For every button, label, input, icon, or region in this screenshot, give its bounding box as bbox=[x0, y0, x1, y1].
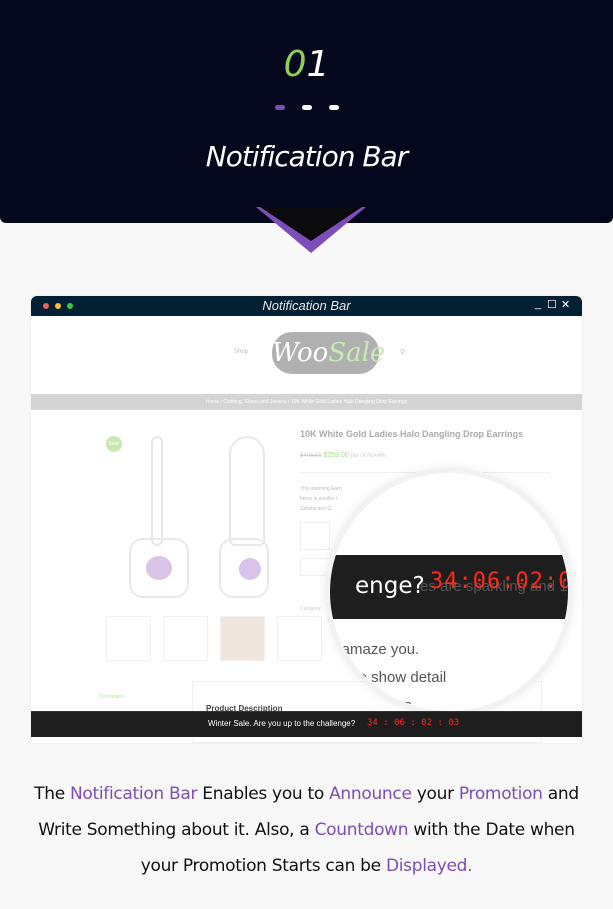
thumbnail-1[interactable] bbox=[106, 616, 151, 661]
product-short-description: This stunning Earri Items is smaller t S… bbox=[300, 484, 342, 514]
section-number-suffix: 1 bbox=[306, 44, 330, 85]
product-title: 10K White Gold Ladies Halo Dangling Drop… bbox=[300, 429, 524, 439]
down-arrow-icon bbox=[256, 207, 366, 253]
category-label: Category: bbox=[300, 606, 322, 612]
price-note: (as of Novem bbox=[350, 453, 387, 459]
caption-highlight: Countdown bbox=[314, 820, 409, 840]
caption-highlight: Notification Bar bbox=[69, 784, 198, 804]
browser-window: Notification Bar _ ☐ ✕ Shop WooSale ⚲ Ho… bbox=[31, 296, 582, 743]
window-titlebar: Notification Bar _ ☐ ✕ bbox=[31, 296, 582, 316]
earring-hook-right bbox=[229, 436, 265, 546]
desc-line: Satisfaction G bbox=[300, 506, 332, 512]
lens-question: enge? bbox=[355, 573, 425, 599]
hero-banner: 01 Notification Bar bbox=[0, 0, 613, 223]
lens-line: y amaze you. bbox=[330, 641, 420, 658]
caption-text: your Promotion Starts can be bbox=[140, 856, 386, 876]
dot-3 bbox=[328, 105, 339, 110]
caption-highlight: Promotion bbox=[458, 784, 543, 804]
desc-line: This stunning Earri bbox=[300, 486, 342, 492]
close-icon[interactable]: ✕ bbox=[561, 298, 570, 311]
notification-bar[interactable]: Winter Sale. Are you up to the challenge… bbox=[31, 711, 582, 737]
breadcrumb[interactable]: Home / Clothing, Shoes and Jewelry / 10K… bbox=[31, 394, 582, 410]
pagination-dots bbox=[0, 105, 613, 110]
product-thumbnails bbox=[106, 616, 322, 661]
notification-message: Winter Sale. Are you up to the challenge… bbox=[208, 719, 356, 728]
variation-select[interactable] bbox=[300, 522, 330, 550]
logo-text-sale: Sale bbox=[328, 338, 386, 368]
maximize-icon[interactable]: ☐ bbox=[547, 298, 557, 311]
caption-text: Enables you to bbox=[197, 784, 330, 804]
window-title: Notification Bar bbox=[262, 298, 351, 313]
notification-countdown: 34 : 06 : 02 : 03 bbox=[367, 718, 460, 728]
store-logo[interactable]: WooSale bbox=[272, 332, 385, 374]
price-old: $406.50 bbox=[300, 453, 322, 459]
caption-highlight: Displayed. bbox=[385, 856, 473, 876]
thumbnail-4[interactable] bbox=[277, 616, 322, 661]
caption-text: and bbox=[542, 784, 579, 804]
logo-text-woo: Woo bbox=[272, 338, 329, 368]
dot-1 bbox=[274, 105, 285, 110]
minimize-icon[interactable]: _ bbox=[535, 298, 541, 310]
section-number: 01 bbox=[0, 44, 613, 85]
lens-countdown: 34:06:02:03 bbox=[430, 569, 573, 594]
dot-2 bbox=[301, 105, 312, 110]
caption-text: with the Date when bbox=[408, 820, 575, 840]
search-icon[interactable]: ⚲ bbox=[400, 348, 405, 356]
caption-text: your bbox=[411, 784, 459, 804]
feature-caption: The Notification Bar Enables you to Anno… bbox=[0, 776, 613, 884]
thumbnail-3[interactable] bbox=[220, 616, 265, 661]
caption-highlight: Announce bbox=[329, 784, 412, 804]
hero-title: Notification Bar bbox=[205, 140, 408, 173]
sale-badge: Sale! bbox=[106, 436, 122, 452]
caption-text: The bbox=[34, 784, 70, 804]
product-price: $406.50 $259.00 (as of Novem bbox=[300, 452, 386, 459]
nav-shop-link[interactable]: Shop bbox=[234, 349, 248, 355]
desc-line: Items is smaller t bbox=[300, 496, 338, 502]
magnifier-lens: es are sparkling and 100% natu enge? 34:… bbox=[325, 468, 573, 716]
earring-hook-left bbox=[151, 436, 163, 546]
lens-line: d to show detail bbox=[342, 669, 447, 686]
section-number-prefix: 0 bbox=[283, 44, 307, 85]
thumbnail-2[interactable] bbox=[163, 616, 208, 661]
caption-text: Write Something about it. Also, a bbox=[38, 820, 315, 840]
gem-left bbox=[146, 556, 172, 580]
gem-right bbox=[239, 558, 261, 580]
tab-description[interactable]: Description bbox=[99, 689, 147, 706]
price-new: $259.00 bbox=[323, 452, 349, 459]
store-page: Shop WooSale ⚲ Home / Clothing, Shoes an… bbox=[31, 316, 582, 743]
